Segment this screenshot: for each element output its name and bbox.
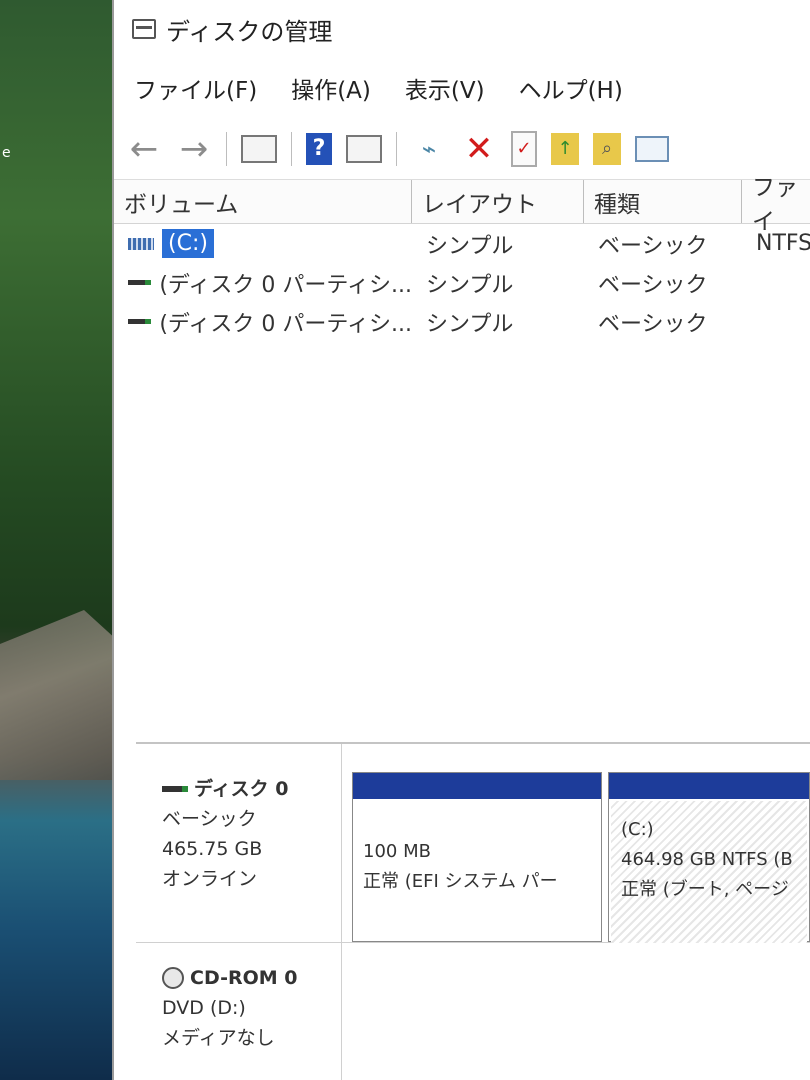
cdrom-0-drive: DVD (D:)	[162, 997, 246, 1019]
connect-drive-icon[interactable]: ⌁	[411, 131, 447, 167]
cdrom-0-area[interactable]	[342, 943, 810, 1080]
disk-0-label: ディスク 0	[194, 778, 289, 800]
volume-cell: (ディスク 0 パーティシ...	[114, 267, 412, 299]
toolbar-separator	[396, 131, 397, 166]
type-cell: ベーシック	[598, 311, 708, 337]
volume-name: (ディスク 0 パーティシ...	[159, 311, 412, 337]
volume-icon	[128, 319, 152, 324]
layout-cell: シンプル	[426, 311, 514, 337]
c-partition[interactable]: (C:) 464.98 GB NTFS (B 正常 (ブート, ページ	[608, 772, 810, 943]
partition-status: 正常 (EFI システム パー	[363, 871, 558, 892]
type-cell: ベーシック	[598, 233, 708, 259]
toolbar-separator	[226, 131, 227, 166]
volume-name: (C:)	[162, 229, 214, 258]
show-hide-console-tree-icon[interactable]	[241, 134, 277, 163]
delete-icon[interactable]: ✕	[461, 129, 497, 169]
menu-action[interactable]: 操作(A)	[291, 71, 371, 105]
partition-body: 100 MB 正常 (EFI システム パー	[353, 799, 601, 897]
partition-header	[353, 773, 601, 799]
title-bar[interactable]: ディスクの管理	[114, 0, 810, 58]
explore-icon[interactable]: ⌕	[593, 132, 621, 165]
forward-icon[interactable]: →	[176, 129, 212, 169]
properties-icon[interactable]	[346, 134, 382, 163]
partition-size: 100 MB	[363, 841, 431, 862]
disk-0-name: ディスク 0	[162, 774, 341, 804]
column-header-volume[interactable]: ボリューム	[114, 180, 412, 223]
console-icon[interactable]	[635, 135, 669, 162]
volume-cell: (C:)	[114, 229, 412, 258]
volume-list: (C:) シンプル ベーシック NTFS (ディスク 0 パーティシ... シン…	[114, 224, 810, 724]
partition-size: 464.98 GB NTFS (B	[621, 849, 793, 870]
table-row[interactable]: (ディスク 0 パーティシ... シンプル ベーシック	[114, 302, 810, 341]
open-folder-icon[interactable]: ↑	[551, 132, 579, 165]
layout-cell: シンプル	[426, 233, 514, 259]
volume-cell: (ディスク 0 パーティシ...	[114, 306, 412, 338]
disk-0-status: オンライン	[162, 868, 258, 890]
cdrom-0-name: CD-ROM 0	[162, 963, 341, 993]
cdrom-0-info[interactable]: CD-ROM 0 DVD (D:) メディアなし	[136, 943, 342, 1080]
partition-body: (C:) 464.98 GB NTFS (B 正常 (ブート, ページ	[611, 801, 807, 943]
cd-drive-icon	[162, 967, 184, 989]
layout-cell: シンプル	[426, 272, 514, 298]
disk-0-row: ディスク 0 ベーシック 465.75 GB オンライン 100 MB 正常 (…	[136, 744, 810, 943]
filesystem-cell: NTFS	[756, 231, 810, 256]
toolbar-separator	[291, 131, 292, 166]
toolbar: ← → ? ⌁ ✕ ✓ ↑ ⌕	[114, 118, 810, 180]
checklist-icon[interactable]: ✓	[511, 130, 537, 167]
window-title: ディスクの管理	[166, 17, 333, 46]
disk-0-size: 465.75 GB	[162, 838, 263, 860]
column-header-filesystem[interactable]: ファイ	[742, 175, 810, 235]
menu-view[interactable]: 表示(V)	[405, 71, 485, 105]
disk-management-icon	[132, 19, 156, 39]
menu-bar: ファイル(F) 操作(A) 表示(V) ヘルプ(H)	[114, 58, 810, 118]
disk-management-window: ディスクの管理 ファイル(F) 操作(A) 表示(V) ヘルプ(H) ← → ?…	[112, 0, 810, 1080]
type-cell: ベーシック	[598, 272, 708, 298]
volume-icon	[128, 280, 152, 285]
back-icon[interactable]: ←	[126, 129, 162, 169]
volume-list-header: ボリューム レイアウト 種類 ファイ	[114, 175, 810, 235]
desktop-icon-label: e	[2, 145, 11, 161]
cdrom-0-status: メディアなし	[162, 1027, 275, 1049]
disk-map: ディスク 0 ベーシック 465.75 GB オンライン 100 MB 正常 (…	[136, 742, 810, 1080]
help-icon[interactable]: ?	[306, 132, 332, 165]
column-header-layout[interactable]: レイアウト	[412, 180, 584, 223]
partition-header	[609, 773, 809, 799]
disk-0-info[interactable]: ディスク 0 ベーシック 465.75 GB オンライン	[136, 744, 342, 942]
table-row[interactable]: (ディスク 0 パーティシ... シンプル ベーシック	[114, 263, 810, 302]
cdrom-0-row: CD-ROM 0 DVD (D:) メディアなし	[136, 943, 810, 1080]
disk-0-type: ベーシック	[162, 808, 257, 830]
menu-file[interactable]: ファイル(F)	[134, 71, 257, 105]
disk-0-partitions: 100 MB 正常 (EFI システム パー (C:) 464.98 GB NT…	[342, 744, 810, 943]
disk-icon	[162, 786, 188, 792]
table-row[interactable]: (C:) シンプル ベーシック NTFS	[114, 224, 810, 263]
column-header-type[interactable]: 種類	[584, 180, 742, 223]
partition-label: (C:)	[621, 819, 654, 840]
partition-status: 正常 (ブート, ページ	[621, 879, 789, 900]
volume-icon	[128, 237, 154, 250]
efi-partition[interactable]: 100 MB 正常 (EFI システム パー	[352, 772, 602, 942]
menu-help[interactable]: ヘルプ(H)	[519, 71, 623, 105]
volume-name: (ディスク 0 パーティシ...	[159, 272, 412, 298]
cdrom-0-label: CD-ROM 0	[190, 967, 298, 989]
